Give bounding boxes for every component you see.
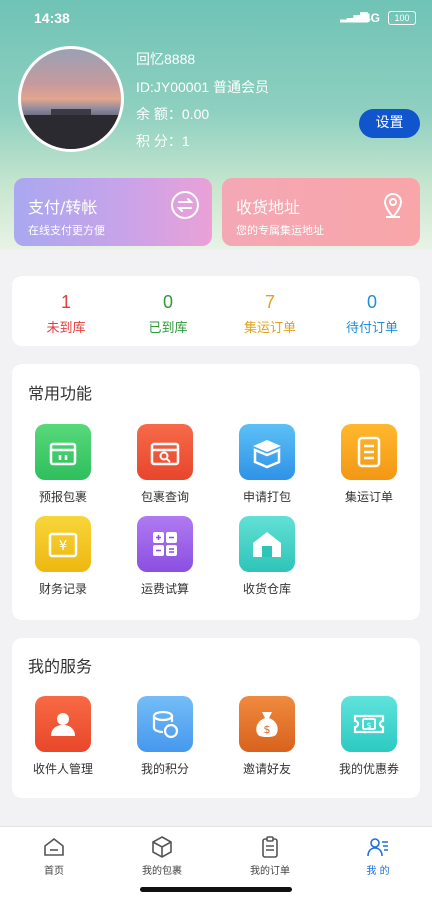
pay-transfer-title: 支付/转帐: [28, 198, 98, 217]
username: 回忆8888: [136, 51, 196, 67]
stat-count: 0: [162, 292, 173, 312]
svg-text:$: $: [366, 721, 371, 730]
avatar[interactable]: [18, 46, 124, 152]
network-type: 4G: [364, 11, 381, 25]
transfer-icon: [170, 190, 200, 220]
status-bar: 14:38 ▂▃▅▇ 4G 100: [0, 0, 432, 36]
tile-label: 我的积分: [140, 762, 189, 776]
home-icon: [44, 837, 64, 856]
stat-label: 未到库: [46, 321, 86, 336]
stat-pending-payment[interactable]: 0 待付订单: [318, 292, 426, 336]
warehouse-icon: [239, 516, 295, 572]
tile-label: 财务记录: [38, 582, 87, 596]
stat-label: 已到库: [148, 321, 188, 336]
stat-label: 集运订单: [243, 321, 296, 336]
tile-label: 收件人管理: [32, 762, 93, 776]
status-time: 14:38: [34, 10, 70, 26]
tile-label: 收货仓库: [242, 582, 291, 596]
warehouse-button[interactable]: 收货仓库: [217, 516, 317, 597]
coupon-icon: $: [341, 696, 397, 752]
settings-button[interactable]: 设置: [359, 109, 420, 138]
points-coins-icon: [137, 696, 193, 752]
freight-calculator-icon: [137, 516, 193, 572]
recipient-icon: [35, 696, 91, 752]
forecast-package-button[interactable]: 预报包裹: [13, 424, 113, 505]
package-search-icon: [137, 424, 193, 480]
tab-label: 首页: [44, 866, 64, 877]
battery-icon: 100: [388, 11, 416, 25]
finance-record-icon: ¥: [35, 516, 91, 572]
tile-label: 预报包裹: [38, 490, 87, 504]
tab-label: 我的订单: [250, 866, 290, 877]
stat-consolidation-orders[interactable]: 7 集运订单: [216, 292, 324, 336]
shipping-address-subtitle: 您的专属集运地址: [236, 224, 324, 237]
my-services-title: 我的服务: [28, 657, 93, 676]
tab-me[interactable]: 我 的: [324, 835, 432, 877]
tile-label: 包裹查询: [140, 490, 189, 504]
svg-text:$: $: [264, 723, 271, 736]
order-clipboard-icon: [262, 836, 278, 858]
member-id: ID:JY00001 普通会员: [136, 79, 270, 95]
my-coupons-button[interactable]: $ 我的优惠券: [319, 696, 419, 777]
profile-icon: [367, 838, 388, 857]
freight-calculator-button[interactable]: 运费试算: [115, 516, 215, 597]
pay-transfer-subtitle: 在线支付更方便: [28, 224, 105, 237]
stat-count: 1: [60, 292, 71, 312]
money-bag-icon: $: [239, 696, 295, 752]
pack-request-button[interactable]: 申请打包: [217, 424, 317, 505]
location-pin-icon: [378, 190, 408, 220]
tab-label: 我 的: [366, 866, 390, 877]
tile-label: 申请打包: [242, 490, 291, 504]
consolidation-order-button[interactable]: 集运订单: [319, 424, 419, 505]
pack-request-icon: [239, 424, 295, 480]
stat-label: 待付订单: [345, 321, 398, 336]
stat-arrived[interactable]: 0 已到库: [114, 292, 222, 336]
svg-text:¥: ¥: [59, 539, 67, 554]
shipping-address-title: 收货地址: [236, 198, 301, 217]
stat-count: 0: [366, 292, 377, 312]
signal-icon: ▂▃▅▇: [340, 12, 368, 23]
tile-label: 我的优惠券: [338, 762, 399, 776]
consolidation-order-icon: [341, 424, 397, 480]
forecast-package-icon: [35, 424, 91, 480]
recipient-management-button[interactable]: 收件人管理: [13, 696, 113, 777]
points: 积 分：1: [136, 133, 190, 149]
stat-not-arrived[interactable]: 1 未到库: [12, 292, 120, 336]
my-points-button[interactable]: 我的积分: [115, 696, 215, 777]
tab-label: 我的包裹: [142, 866, 182, 877]
tab-my-orders[interactable]: 我的订单: [216, 835, 324, 877]
home-indicator: [140, 887, 292, 892]
stat-count: 7: [264, 292, 275, 312]
package-icon: [152, 836, 172, 858]
pay-transfer-card[interactable]: 支付/转帐 在线支付更方便: [14, 178, 212, 246]
common-functions-title: 常用功能: [28, 384, 93, 403]
shipping-address-card[interactable]: 收货地址 您的专属集运地址: [222, 178, 420, 246]
tile-label: 集运订单: [344, 490, 393, 504]
tab-home[interactable]: 首页: [0, 835, 108, 877]
invite-friends-button[interactable]: $ 邀请好友: [217, 696, 317, 777]
tile-label: 运费试算: [140, 582, 189, 596]
finance-record-button[interactable]: ¥ 财务记录: [13, 516, 113, 597]
balance: 余 额：0.00: [136, 106, 210, 122]
package-search-button[interactable]: 包裹查询: [115, 424, 215, 505]
tile-label: 邀请好友: [242, 762, 291, 776]
tab-my-packages[interactable]: 我的包裹: [108, 835, 216, 877]
